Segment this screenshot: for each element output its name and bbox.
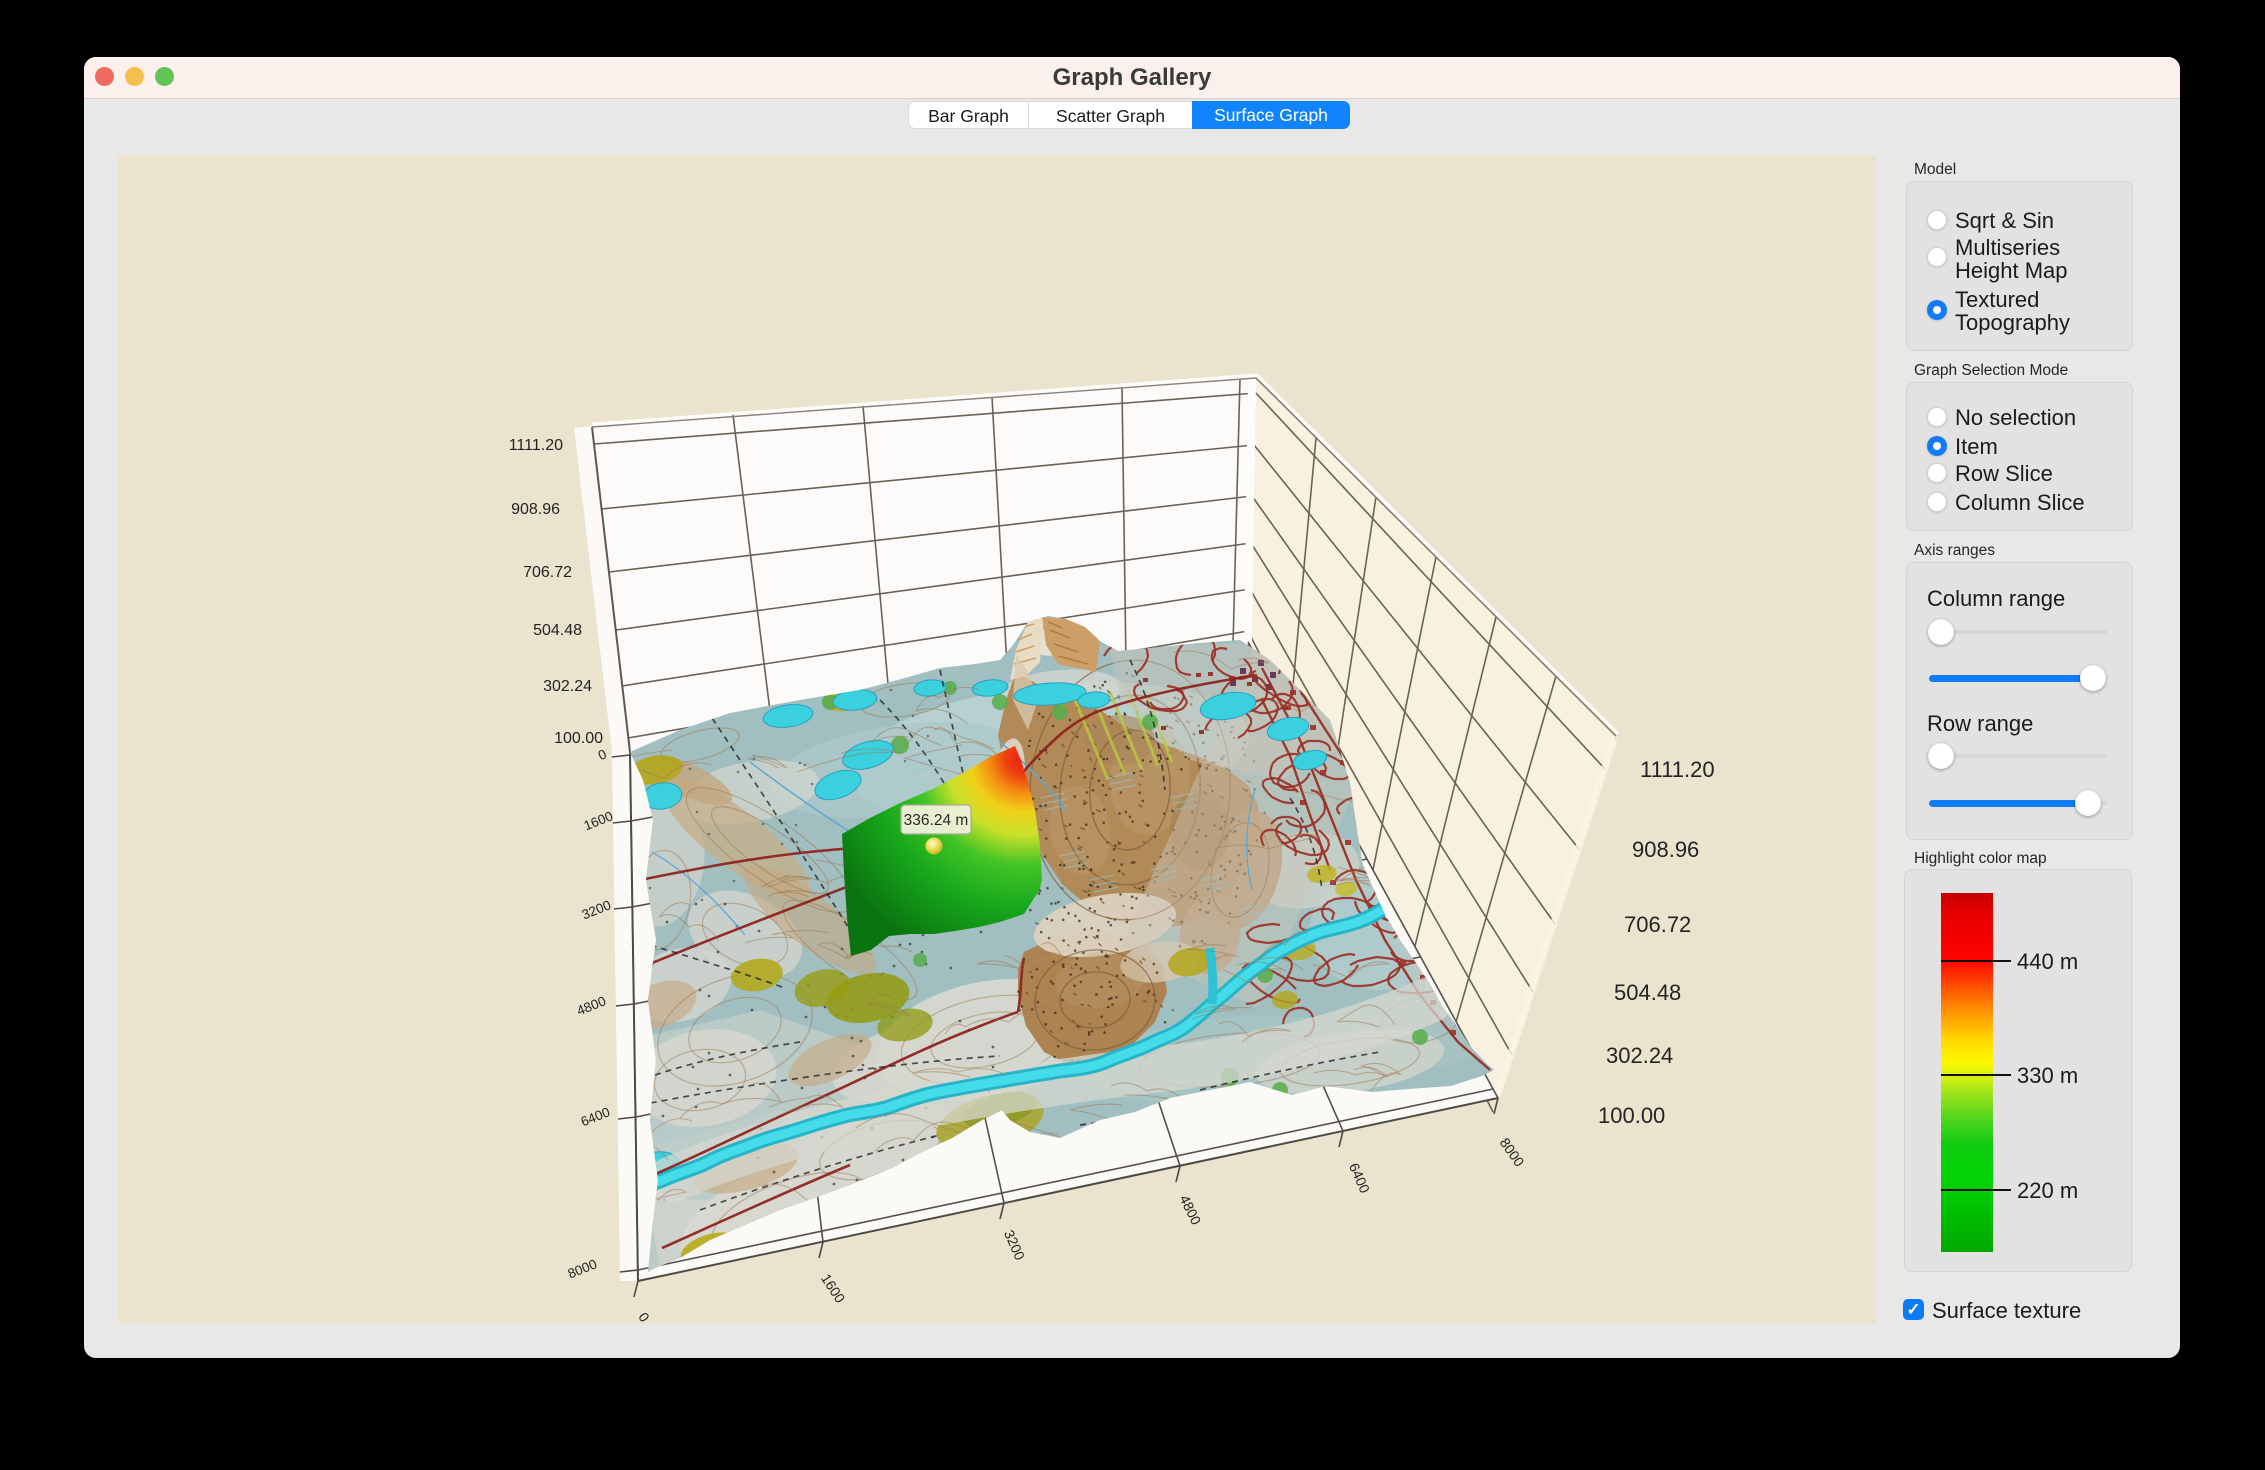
svg-text:336.24 m: 336.24 m	[904, 812, 969, 829]
svg-text:302.24: 302.24	[1606, 1043, 1673, 1068]
svg-text:504.48: 504.48	[1614, 980, 1681, 1005]
svg-text:1111.20: 1111.20	[1640, 757, 1715, 782]
svg-text:100.00: 100.00	[554, 730, 603, 747]
svg-text:100.00: 100.00	[1598, 1103, 1665, 1128]
svg-text:908.96: 908.96	[1632, 837, 1699, 862]
svg-text:302.24: 302.24	[543, 678, 592, 695]
svg-text:504.48: 504.48	[533, 622, 582, 639]
svg-text:706.72: 706.72	[523, 564, 572, 581]
svg-text:1111.20: 1111.20	[509, 437, 563, 454]
svg-text:908.96: 908.96	[511, 501, 560, 518]
svg-text:706.72: 706.72	[1624, 912, 1691, 937]
